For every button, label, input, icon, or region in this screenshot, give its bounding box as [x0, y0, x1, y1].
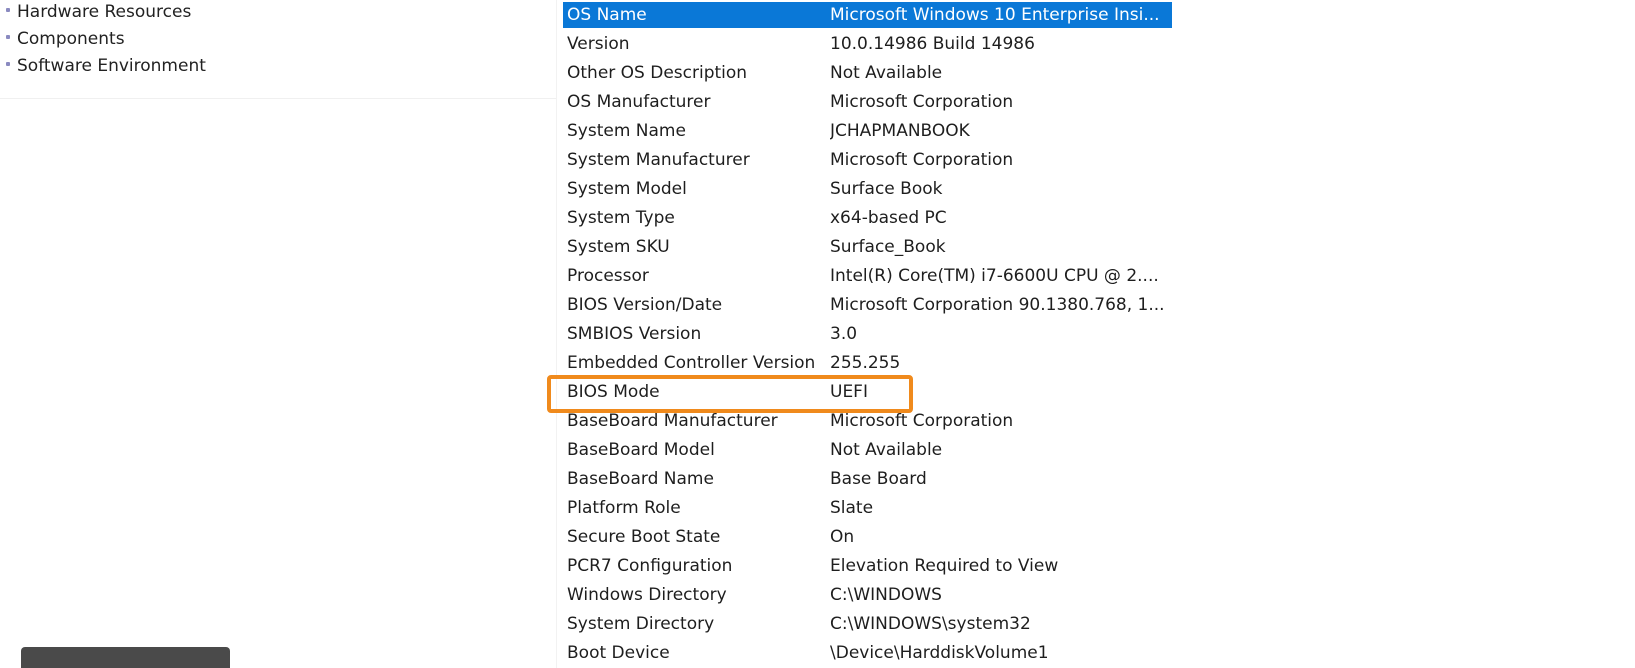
- table-row[interactable]: SMBIOS Version 3.0: [563, 320, 1603, 349]
- row-item: BIOS Version/Date: [567, 295, 723, 315]
- row-item: System SKU: [567, 237, 670, 257]
- row-value: \Device\HarddiskVolume1: [830, 643, 1049, 663]
- row-value: Elevation Required to View: [830, 556, 1059, 576]
- table-row[interactable]: Embedded Controller Version 255.255: [563, 349, 1603, 378]
- row-item: Other OS Description: [567, 63, 748, 83]
- table-row[interactable]: System Model Surface Book: [563, 175, 1603, 204]
- table-row[interactable]: System SKU Surface_Book: [563, 233, 1603, 262]
- table-row[interactable]: OS Manufacturer Microsoft Corporation: [563, 88, 1603, 117]
- table-row[interactable]: System Type x64-based PC: [563, 204, 1603, 233]
- row-value: Intel(R) Core(TM) i7-6600U CPU @ 2....: [830, 266, 1159, 286]
- row-item: System Type: [567, 208, 675, 228]
- row-item: OS Name: [567, 5, 647, 25]
- table-row[interactable]: BIOS Version/Date Microsoft Corporation …: [563, 291, 1603, 320]
- table-row[interactable]: PCR7 Configuration Elevation Required to…: [563, 552, 1603, 581]
- row-item: BaseBoard Model: [567, 440, 715, 460]
- row-value: Base Board: [830, 469, 927, 489]
- row-value: On: [830, 527, 855, 547]
- row-value: Surface Book: [830, 179, 943, 199]
- bios-mode-highlight-box: [547, 375, 913, 413]
- tree-item-components[interactable]: Components: [6, 27, 125, 55]
- row-value: Not Available: [830, 63, 943, 83]
- row-item: Embedded Controller Version: [567, 353, 816, 373]
- row-item: PCR7 Configuration: [567, 556, 733, 576]
- row-item: Boot Device: [567, 643, 670, 663]
- row-value: JCHAPMANBOOK: [830, 121, 970, 141]
- row-item: Processor: [567, 266, 649, 286]
- row-item: System Directory: [567, 614, 715, 634]
- row-value: Microsoft Corporation 90.1380.768, 1...: [830, 295, 1165, 315]
- details-list[interactable]: OS Name Microsoft Windows 10 Enterprise …: [556, 0, 1635, 668]
- row-value: C:\WINDOWS: [830, 585, 942, 605]
- table-row[interactable]: BaseBoard Model Not Available: [563, 436, 1603, 465]
- table-row[interactable]: Secure Boot State On: [563, 523, 1603, 552]
- row-item: OS Manufacturer: [567, 92, 711, 112]
- row-item: System Model: [567, 179, 687, 199]
- row-item: Platform Role: [567, 498, 681, 518]
- system-information-window: Hardware Resources Components Software E…: [0, 0, 1635, 668]
- table-row[interactable]: Version 10.0.14986 Build 14986: [563, 30, 1603, 59]
- row-item: Secure Boot State: [567, 527, 721, 547]
- tree-item-hardware-resources[interactable]: Hardware Resources: [6, 0, 191, 28]
- row-value: Microsoft Windows 10 Enterprise Insi...: [830, 5, 1160, 25]
- tree-bullet-icon: [6, 62, 10, 66]
- table-row[interactable]: System Directory C:\WINDOWS\system32: [563, 610, 1603, 639]
- table-row[interactable]: Processor Intel(R) Core(TM) i7-6600U CPU…: [563, 262, 1603, 291]
- row-value: 255.255: [830, 353, 901, 373]
- row-value: 10.0.14986 Build 14986: [830, 34, 1035, 54]
- row-value: Surface_Book: [830, 237, 946, 257]
- row-value: Not Available: [830, 440, 943, 460]
- table-row[interactable]: System Name JCHAPMANBOOK: [563, 117, 1603, 146]
- table-row[interactable]: System Manufacturer Microsoft Corporatio…: [563, 146, 1603, 175]
- row-item: System Name: [567, 121, 686, 141]
- table-row[interactable]: BaseBoard Name Base Board: [563, 465, 1603, 494]
- row-value: C:\WINDOWS\system32: [830, 614, 1031, 634]
- row-value: 3.0: [830, 324, 858, 344]
- table-row[interactable]: Windows Directory C:\WINDOWS: [563, 581, 1603, 610]
- tree-bullet-icon: [6, 8, 10, 12]
- row-item: BaseBoard Name: [567, 469, 714, 489]
- row-value: Slate: [830, 498, 874, 518]
- table-row[interactable]: OS Name Microsoft Windows 10 Enterprise …: [563, 1, 1603, 30]
- row-item: System Manufacturer: [567, 150, 750, 170]
- row-value: x64-based PC: [830, 208, 947, 228]
- table-row[interactable]: Other OS Description Not Available: [563, 59, 1603, 88]
- table-row[interactable]: Boot Device \Device\HarddiskVolume1: [563, 639, 1603, 668]
- row-item: SMBIOS Version: [567, 324, 702, 344]
- tree-item-software-environment[interactable]: Software Environment: [6, 54, 206, 82]
- row-item: Windows Directory: [567, 585, 727, 605]
- tree-bullet-icon: [6, 35, 10, 39]
- category-tree: Hardware Resources Components Software E…: [0, 0, 556, 99]
- row-value: Microsoft Corporation: [830, 92, 1014, 112]
- row-item: Version: [567, 34, 630, 54]
- row-value: Microsoft Corporation: [830, 150, 1014, 170]
- bottom-overlay-panel: [21, 647, 230, 668]
- table-row[interactable]: Platform Role Slate: [563, 494, 1603, 523]
